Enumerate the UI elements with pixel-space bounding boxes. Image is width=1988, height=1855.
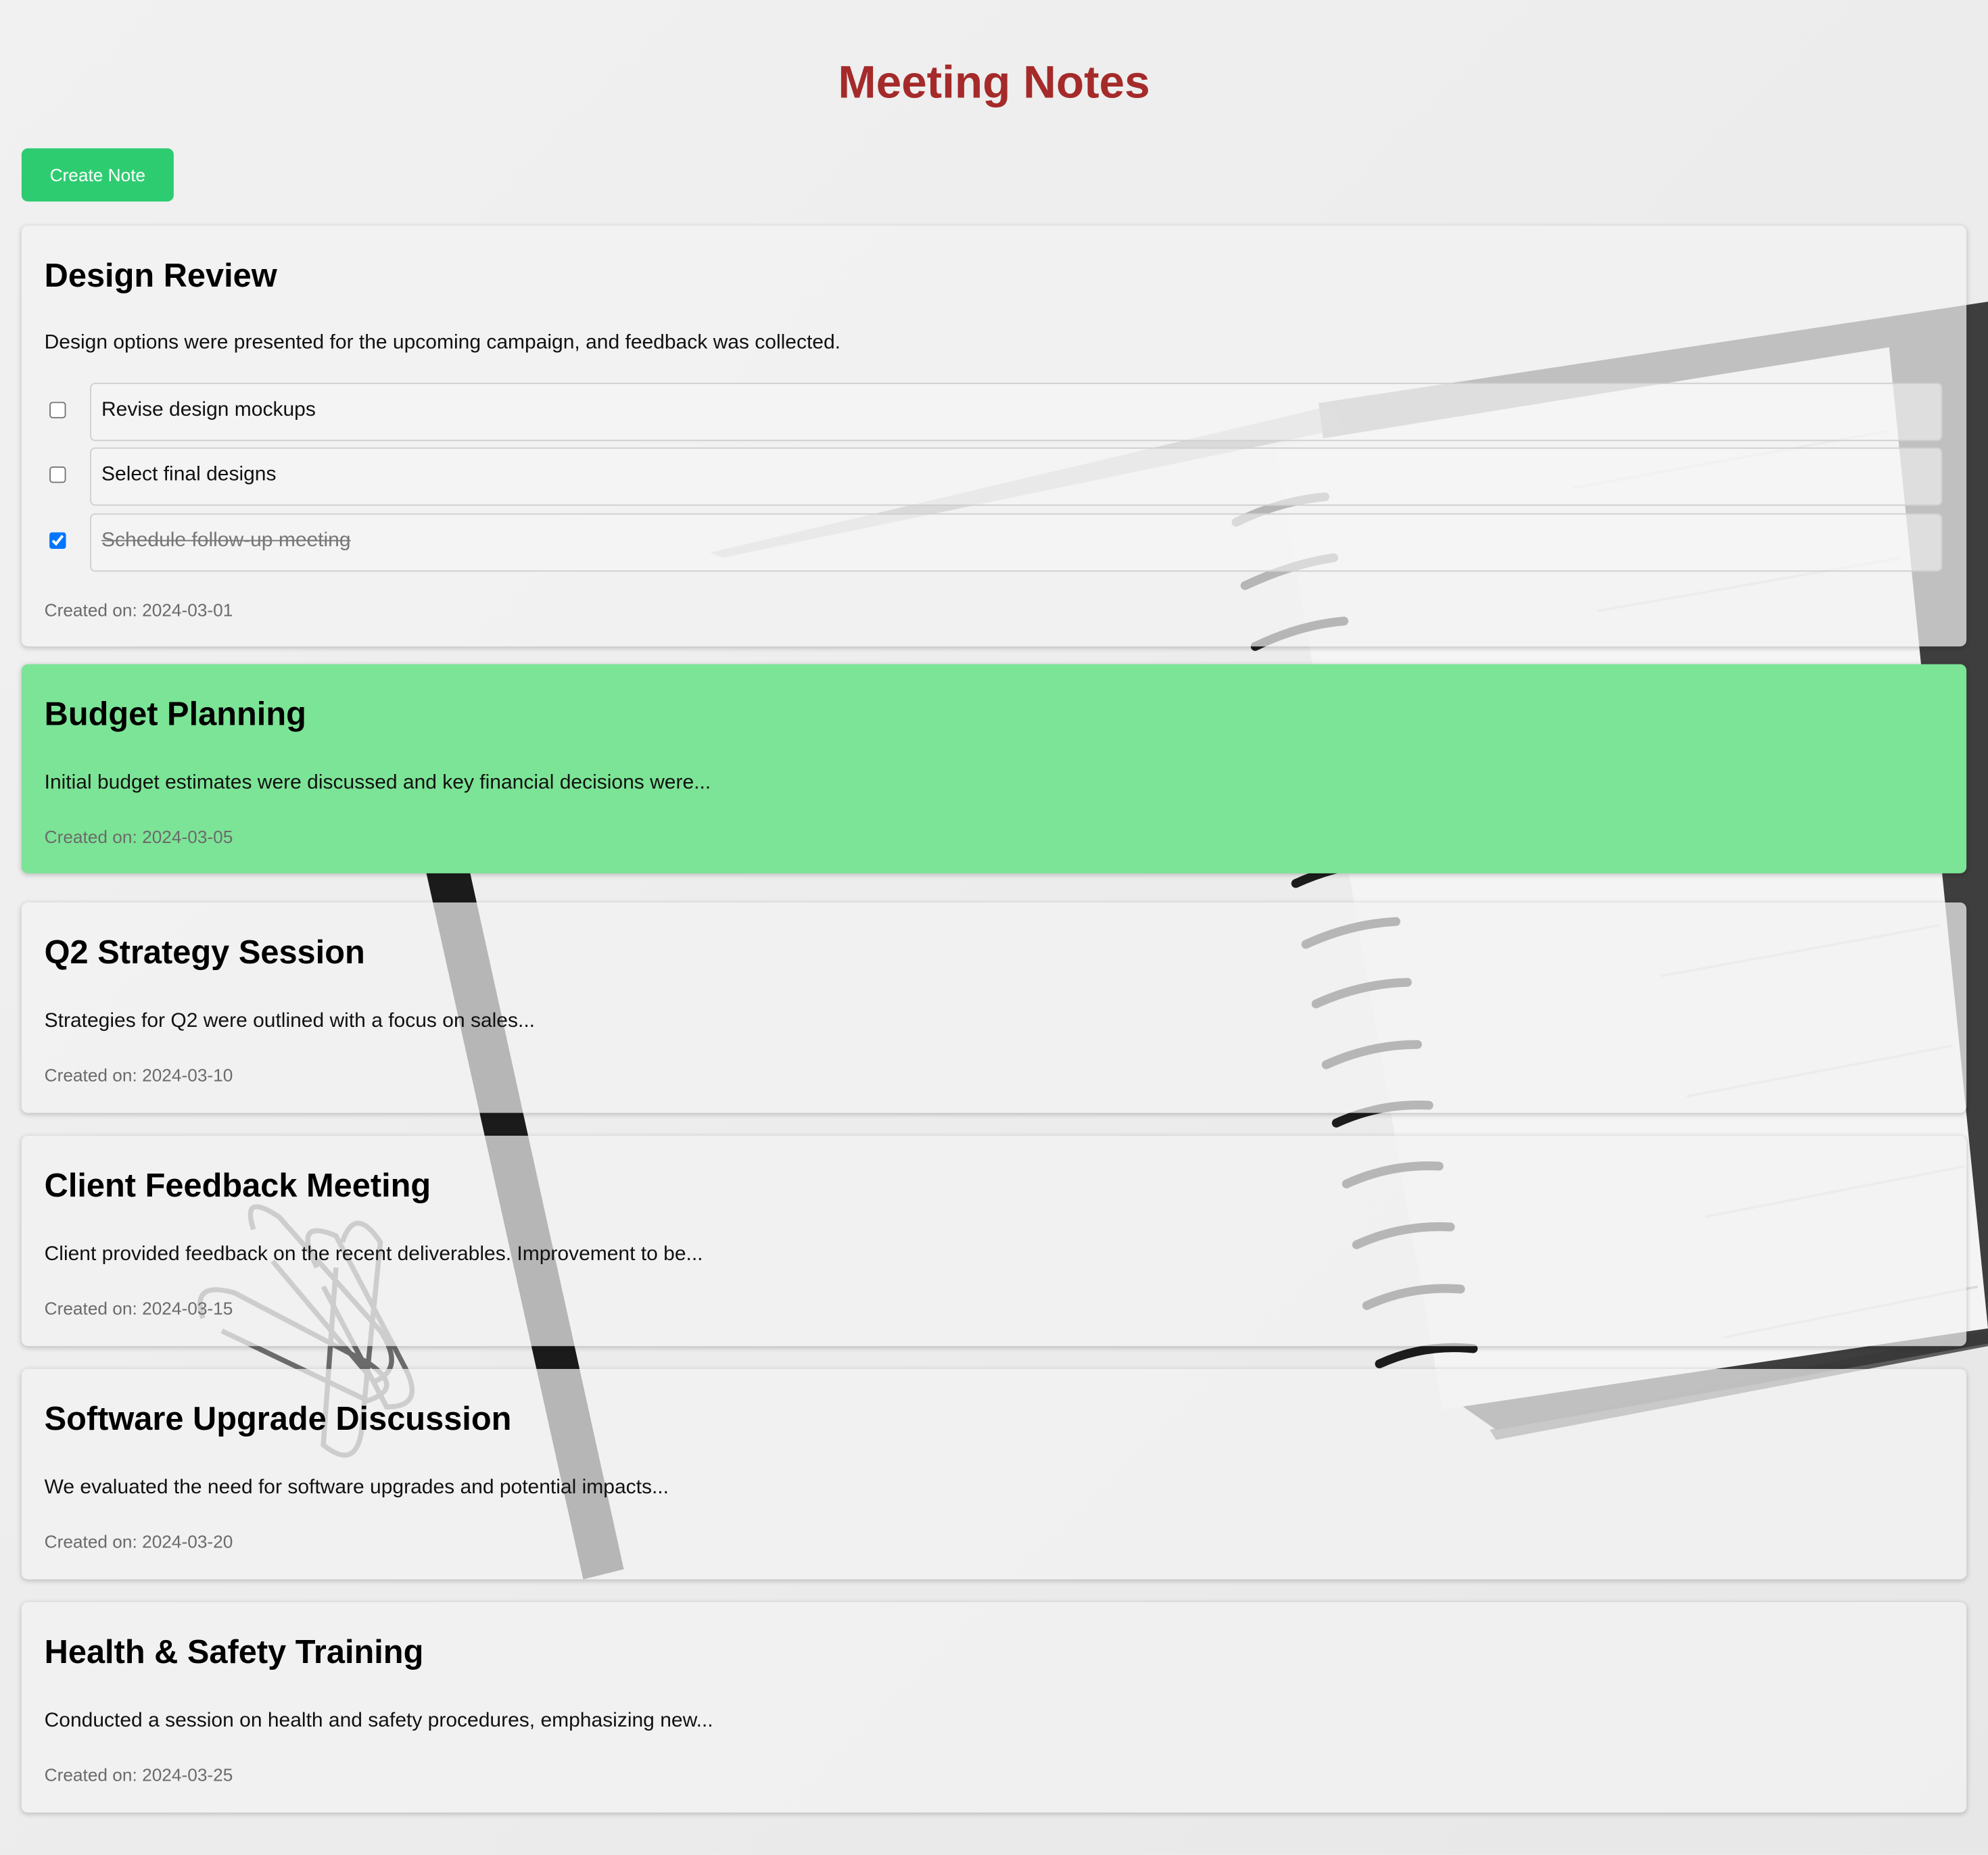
note-summary: Design options were presented for the up…	[44, 332, 841, 354]
task-item: Revise design mockups	[45, 383, 1943, 441]
task-label: Select final designs	[101, 464, 277, 486]
note-summary: Strategies for Q2 were outlined with a f…	[44, 1010, 536, 1032]
task-field[interactable]	[90, 383, 1943, 441]
checkbox-checked-icon[interactable]	[49, 532, 66, 549]
note-summary: Conducted a session on health and safety…	[44, 1710, 713, 1732]
note-created-date: Created on: 2024-03-20	[44, 1531, 233, 1551]
note-title: Client Feedback Meeting	[44, 1166, 431, 1205]
note-created-date: Created on: 2024-03-05	[44, 826, 233, 847]
note-card-software-upgrade[interactable]: Software Upgrade Discussion We evaluated…	[21, 1369, 1967, 1580]
note-card-budget-planning[interactable]: Budget Planning Initial budget estimates…	[21, 664, 1967, 873]
note-card-q2-strategy[interactable]: Q2 Strategy Session Strategies for Q2 we…	[21, 902, 1967, 1113]
note-title: Design Review	[44, 256, 277, 294]
note-title: Software Upgrade Discussion	[44, 1399, 512, 1438]
note-card-health-safety[interactable]: Health & Safety Training Conducted a ses…	[21, 1602, 1967, 1813]
note-title: Health & Safety Training	[44, 1633, 424, 1671]
app-stage: Meeting Notes Create Note Design Review …	[0, 0, 1988, 1855]
create-note-button[interactable]: Create Note	[21, 148, 174, 202]
task-label: Schedule follow-up meeting	[101, 529, 351, 552]
task-item: Select final designs	[45, 447, 1943, 506]
note-created-date: Created on: 2024-03-15	[44, 1298, 233, 1318]
note-created-date: Created on: 2024-03-10	[44, 1065, 233, 1085]
task-field[interactable]	[90, 513, 1943, 572]
task-field[interactable]	[90, 447, 1943, 506]
note-card-client-feedback[interactable]: Client Feedback Meeting Client provided …	[21, 1136, 1967, 1347]
note-title: Budget Planning	[44, 694, 306, 733]
task-item: Schedule follow-up meeting	[45, 513, 1943, 572]
note-summary: Client provided feedback on the recent d…	[44, 1243, 703, 1266]
checkbox-unchecked-icon[interactable]	[49, 466, 66, 483]
task-label: Revise design mockups	[101, 399, 316, 421]
note-card-design-review[interactable]: Design Review Design options were presen…	[21, 225, 1967, 647]
note-summary: We evaluated the need for software upgra…	[44, 1476, 669, 1499]
checkbox-unchecked-icon[interactable]	[49, 402, 66, 418]
note-created-date: Created on: 2024-03-25	[44, 1764, 233, 1785]
note-title: Q2 Strategy Session	[44, 933, 365, 971]
note-summary: Initial budget estimates were discussed …	[44, 771, 711, 794]
note-created-date: Created on: 2024-03-01	[44, 599, 233, 620]
page-title: Meeting Notes	[838, 55, 1150, 108]
